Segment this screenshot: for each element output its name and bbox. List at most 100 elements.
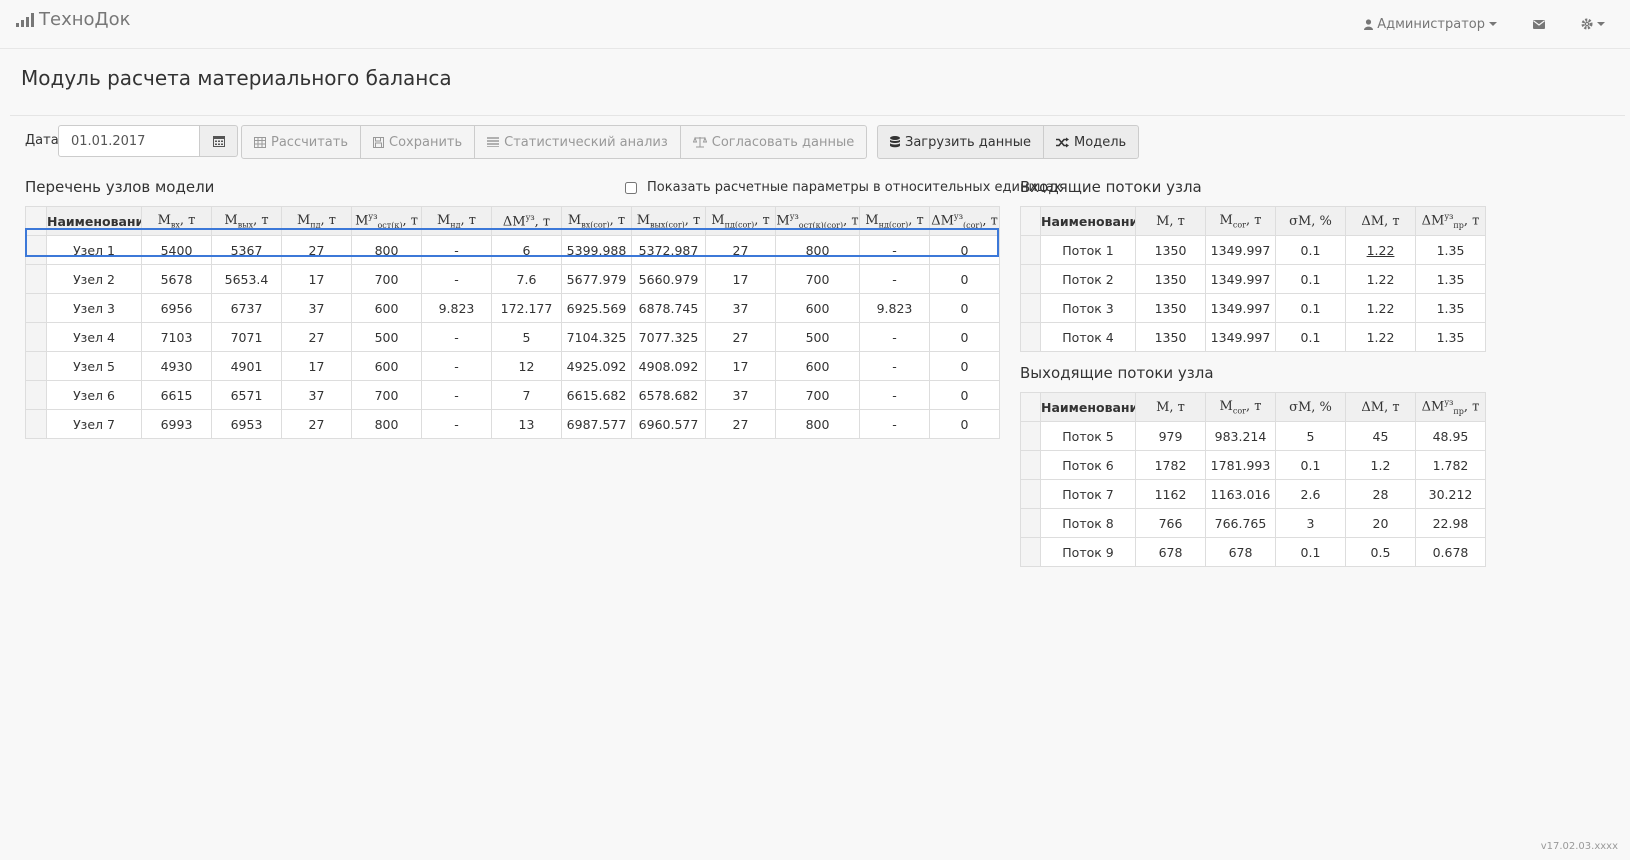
table-row[interactable]: Поток 8 766 766.765 3 20 22.98 — [1020, 508, 1486, 538]
table-row[interactable]: Узел 6 6615 6571 37 700-7 6615.682 6578.682 37 7… — [25, 380, 1000, 410]
cell-name[interactable]: Узел 6 — [46, 380, 142, 410]
cell-m-cor[interactable]: 678 — [1205, 537, 1276, 567]
row-marker[interactable] — [1020, 537, 1041, 567]
relative-units-check[interactable] — [625, 181, 637, 194]
cell-m-ost[interactable]: 600 — [351, 293, 422, 323]
header-m-ost[interactable]: Mузост(к), т — [351, 206, 422, 236]
cell-dm[interactable]: 20 — [1345, 508, 1416, 538]
cell-m-out[interactable]: 7071 — [211, 322, 282, 352]
reconcile-button[interactable]: Согласовать данные — [679, 125, 868, 159]
header-m-in[interactable]: Mвх, т — [141, 206, 212, 236]
cell-m-pd[interactable]: 27 — [281, 409, 352, 439]
cell-m-cor[interactable]: 1349.997 — [1205, 264, 1276, 294]
cell-dm-pr[interactable]: 1.35 — [1415, 235, 1486, 265]
cell-m-out-cor[interactable]: 6578.682 — [631, 380, 706, 410]
cell-m-in[interactable]: 6956 — [141, 293, 212, 323]
table-row[interactable]: Узел 2 5678 5653.4 17 700-7.6 5677.979 5660.97… — [25, 264, 1000, 294]
cell-dm[interactable]: 172.177 — [491, 293, 562, 323]
cell-m-ost[interactable]: 500 — [351, 322, 422, 352]
cell-m-cor[interactable]: 1349.997 — [1205, 322, 1276, 352]
cell-name[interactable]: Поток 2 — [1040, 264, 1136, 294]
header-name[interactable]: Наименование — [1040, 206, 1136, 236]
cell-m-ost[interactable]: 600 — [351, 351, 422, 381]
cell-m-cor[interactable]: 1163.016 — [1205, 479, 1276, 509]
cell-m-in-cor[interactable]: 5399.988 — [561, 235, 632, 265]
cell-m-pd-cor[interactable]: 27 — [705, 235, 776, 265]
cell-m-nd-cor[interactable]: 9.823 — [859, 293, 930, 323]
cell-m[interactable]: 766 — [1135, 508, 1206, 538]
cell-dm-pr[interactable]: 0.678 — [1415, 537, 1486, 567]
table-row[interactable]: Поток 7 1162 1163.016 2.6 28 30.212 — [1020, 479, 1486, 509]
cell-dm-cor[interactable]: 0 — [929, 351, 1000, 381]
cell-m-in-cor[interactable]: 4925.092 — [561, 351, 632, 381]
cell-name[interactable]: Поток 7 — [1040, 479, 1136, 509]
cell-m[interactable]: 1350 — [1135, 264, 1206, 294]
cell-sigma[interactable]: 0.1 — [1275, 450, 1346, 480]
brand[interactable]: ТехноДок — [16, 9, 130, 30]
header-m-nd[interactable]: Mнд, т — [421, 206, 492, 236]
cell-m-nd[interactable]: - — [421, 322, 492, 352]
cell-dm[interactable]: 45 — [1345, 421, 1416, 451]
table-row[interactable]: Узел 5 4930 4901 17 600-12 4925.092 4908.092 17… — [25, 351, 1000, 381]
cell-m-pd-cor[interactable]: 17 — [705, 351, 776, 381]
save-button[interactable]: Сохранить — [360, 125, 476, 159]
cell-m-in-cor[interactable]: 6987.577 — [561, 409, 632, 439]
cell-m-nd[interactable]: - — [421, 409, 492, 439]
cell-m-ost[interactable]: 700 — [351, 380, 422, 410]
cell-dm[interactable]: 12 — [491, 351, 562, 381]
load-data-button[interactable]: Загрузить данные — [877, 125, 1045, 159]
cell-m-in[interactable]: 7103 — [141, 322, 212, 352]
cell-m-nd-cor[interactable]: - — [859, 380, 930, 410]
cell-name[interactable]: Поток 4 — [1040, 322, 1136, 352]
cell-m-in[interactable]: 6615 — [141, 380, 212, 410]
header-m-in-cor[interactable]: Mвх(cor), т — [561, 206, 632, 236]
table-row[interactable]: Поток 9 678 678 0.1 0.5 0.678 — [1020, 537, 1486, 567]
cell-dm[interactable]: 0.5 — [1345, 537, 1416, 567]
header-dm-pr[interactable]: ΔMузпр, т — [1415, 392, 1486, 422]
row-marker[interactable] — [25, 264, 47, 294]
cell-m-in[interactable]: 5678 — [141, 264, 212, 294]
row-marker[interactable] — [1020, 508, 1041, 538]
cell-m-out-cor[interactable]: 6960.577 — [631, 409, 706, 439]
cell-name[interactable]: Поток 1 — [1040, 235, 1136, 265]
row-marker[interactable] — [1020, 421, 1041, 451]
cell-dm[interactable]: 1.22 — [1345, 293, 1416, 323]
row-marker[interactable] — [1020, 450, 1041, 480]
cell-m-out[interactable]: 6737 — [211, 293, 282, 323]
user-menu[interactable]: Администратор — [1346, 0, 1515, 48]
cell-m-in[interactable]: 6993 — [141, 409, 212, 439]
cell-m-ost-cor[interactable]: 700 — [775, 380, 860, 410]
header-dm[interactable]: ΔM, т — [1345, 392, 1416, 422]
cell-m-pd-cor[interactable]: 37 — [705, 293, 776, 323]
row-marker[interactable] — [1020, 235, 1041, 265]
header-dm-pr[interactable]: ΔMузпр, т — [1415, 206, 1486, 236]
header-m-cor[interactable]: Mcor, т — [1205, 206, 1276, 236]
cell-m-cor[interactable]: 983.214 — [1205, 421, 1276, 451]
header-m-cor[interactable]: Mcor, т — [1205, 392, 1276, 422]
header-dm-cor[interactable]: ΔMуз(cor), т — [929, 206, 1000, 236]
cell-m-in[interactable]: 5400 — [141, 235, 212, 265]
cell-m[interactable]: 1350 — [1135, 293, 1206, 323]
cell-m-ost-cor[interactable]: 600 — [775, 351, 860, 381]
cell-m-in-cor[interactable]: 6925.569 — [561, 293, 632, 323]
cell-sigma[interactable]: 0.1 — [1275, 293, 1346, 323]
row-marker[interactable] — [25, 409, 47, 439]
cell-m-cor[interactable]: 1781.993 — [1205, 450, 1276, 480]
cell-dm[interactable]: 1.2 — [1345, 450, 1416, 480]
cell-m-ost[interactable]: 800 — [351, 409, 422, 439]
row-marker[interactable] — [1020, 322, 1041, 352]
cell-m-nd[interactable]: - — [421, 380, 492, 410]
settings-menu[interactable] — [1563, 0, 1630, 48]
cell-m-out-cor[interactable]: 5372.987 — [631, 235, 706, 265]
table-row[interactable]: Поток 5 979 983.214 5 45 48.95 — [1020, 421, 1486, 451]
row-marker[interactable] — [25, 380, 47, 410]
cell-m-nd-cor[interactable]: - — [859, 351, 930, 381]
cell-name[interactable]: Поток 9 — [1040, 537, 1136, 567]
cell-m-nd[interactable]: 9.823 — [421, 293, 492, 323]
cell-dm[interactable]: 1.22 — [1345, 264, 1416, 294]
cell-dm[interactable]: 7 — [491, 380, 562, 410]
header-m[interactable]: M, т — [1135, 392, 1206, 422]
cell-m-nd-cor[interactable]: - — [859, 322, 930, 352]
cell-name[interactable]: Поток 8 — [1040, 508, 1136, 538]
statistical-analysis-button[interactable]: Статистический анализ — [474, 125, 681, 159]
